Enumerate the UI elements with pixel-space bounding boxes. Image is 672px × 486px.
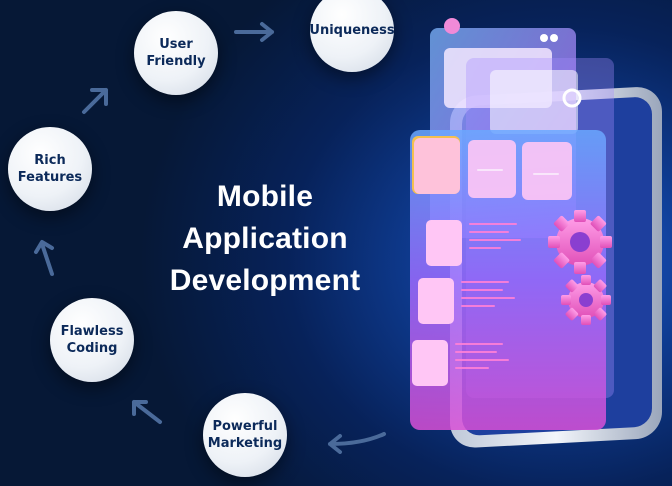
- feature-label-line: Friendly: [146, 54, 206, 69]
- feature-label-line: Uniqueness: [309, 22, 395, 38]
- feature-label-line: Coding: [66, 341, 118, 356]
- arrow-up-right-icon: [82, 88, 108, 114]
- feature-label-line: Features: [17, 170, 83, 185]
- feature-uniqueness: Uniqueness: [309, 0, 395, 72]
- feature-label-line: Powerful: [212, 419, 278, 434]
- feature-flawless-coding: Flawless Coding: [50, 298, 134, 382]
- arrow-right-icon: [234, 22, 274, 42]
- smartphone-illustration: [410, 18, 662, 448]
- title-line-3: Development: [169, 264, 361, 297]
- arrow-up-left-icon: [132, 400, 162, 424]
- feature-label-line: User: [159, 37, 193, 52]
- gear-icon: [548, 210, 612, 274]
- feature-label-line: Marketing: [207, 436, 283, 451]
- feature-user-friendly: User Friendly: [134, 11, 218, 95]
- title-line-1: Mobile: [216, 180, 314, 213]
- feature-label-line: Flawless: [60, 324, 124, 339]
- gear-icon: [561, 275, 611, 325]
- feature-label-line: Rich: [34, 153, 66, 168]
- page-title: Mobile Application Development: [150, 176, 380, 302]
- title-line-2: Application: [182, 222, 348, 255]
- arrow-left-icon: [328, 432, 386, 454]
- infographic: User Friendly Uniqueness Rich Features F…: [0, 0, 672, 486]
- feature-rich-features: Rich Features: [8, 127, 92, 211]
- arrow-up-icon: [34, 240, 54, 276]
- feature-powerful-marketing: Powerful Marketing: [203, 393, 287, 477]
